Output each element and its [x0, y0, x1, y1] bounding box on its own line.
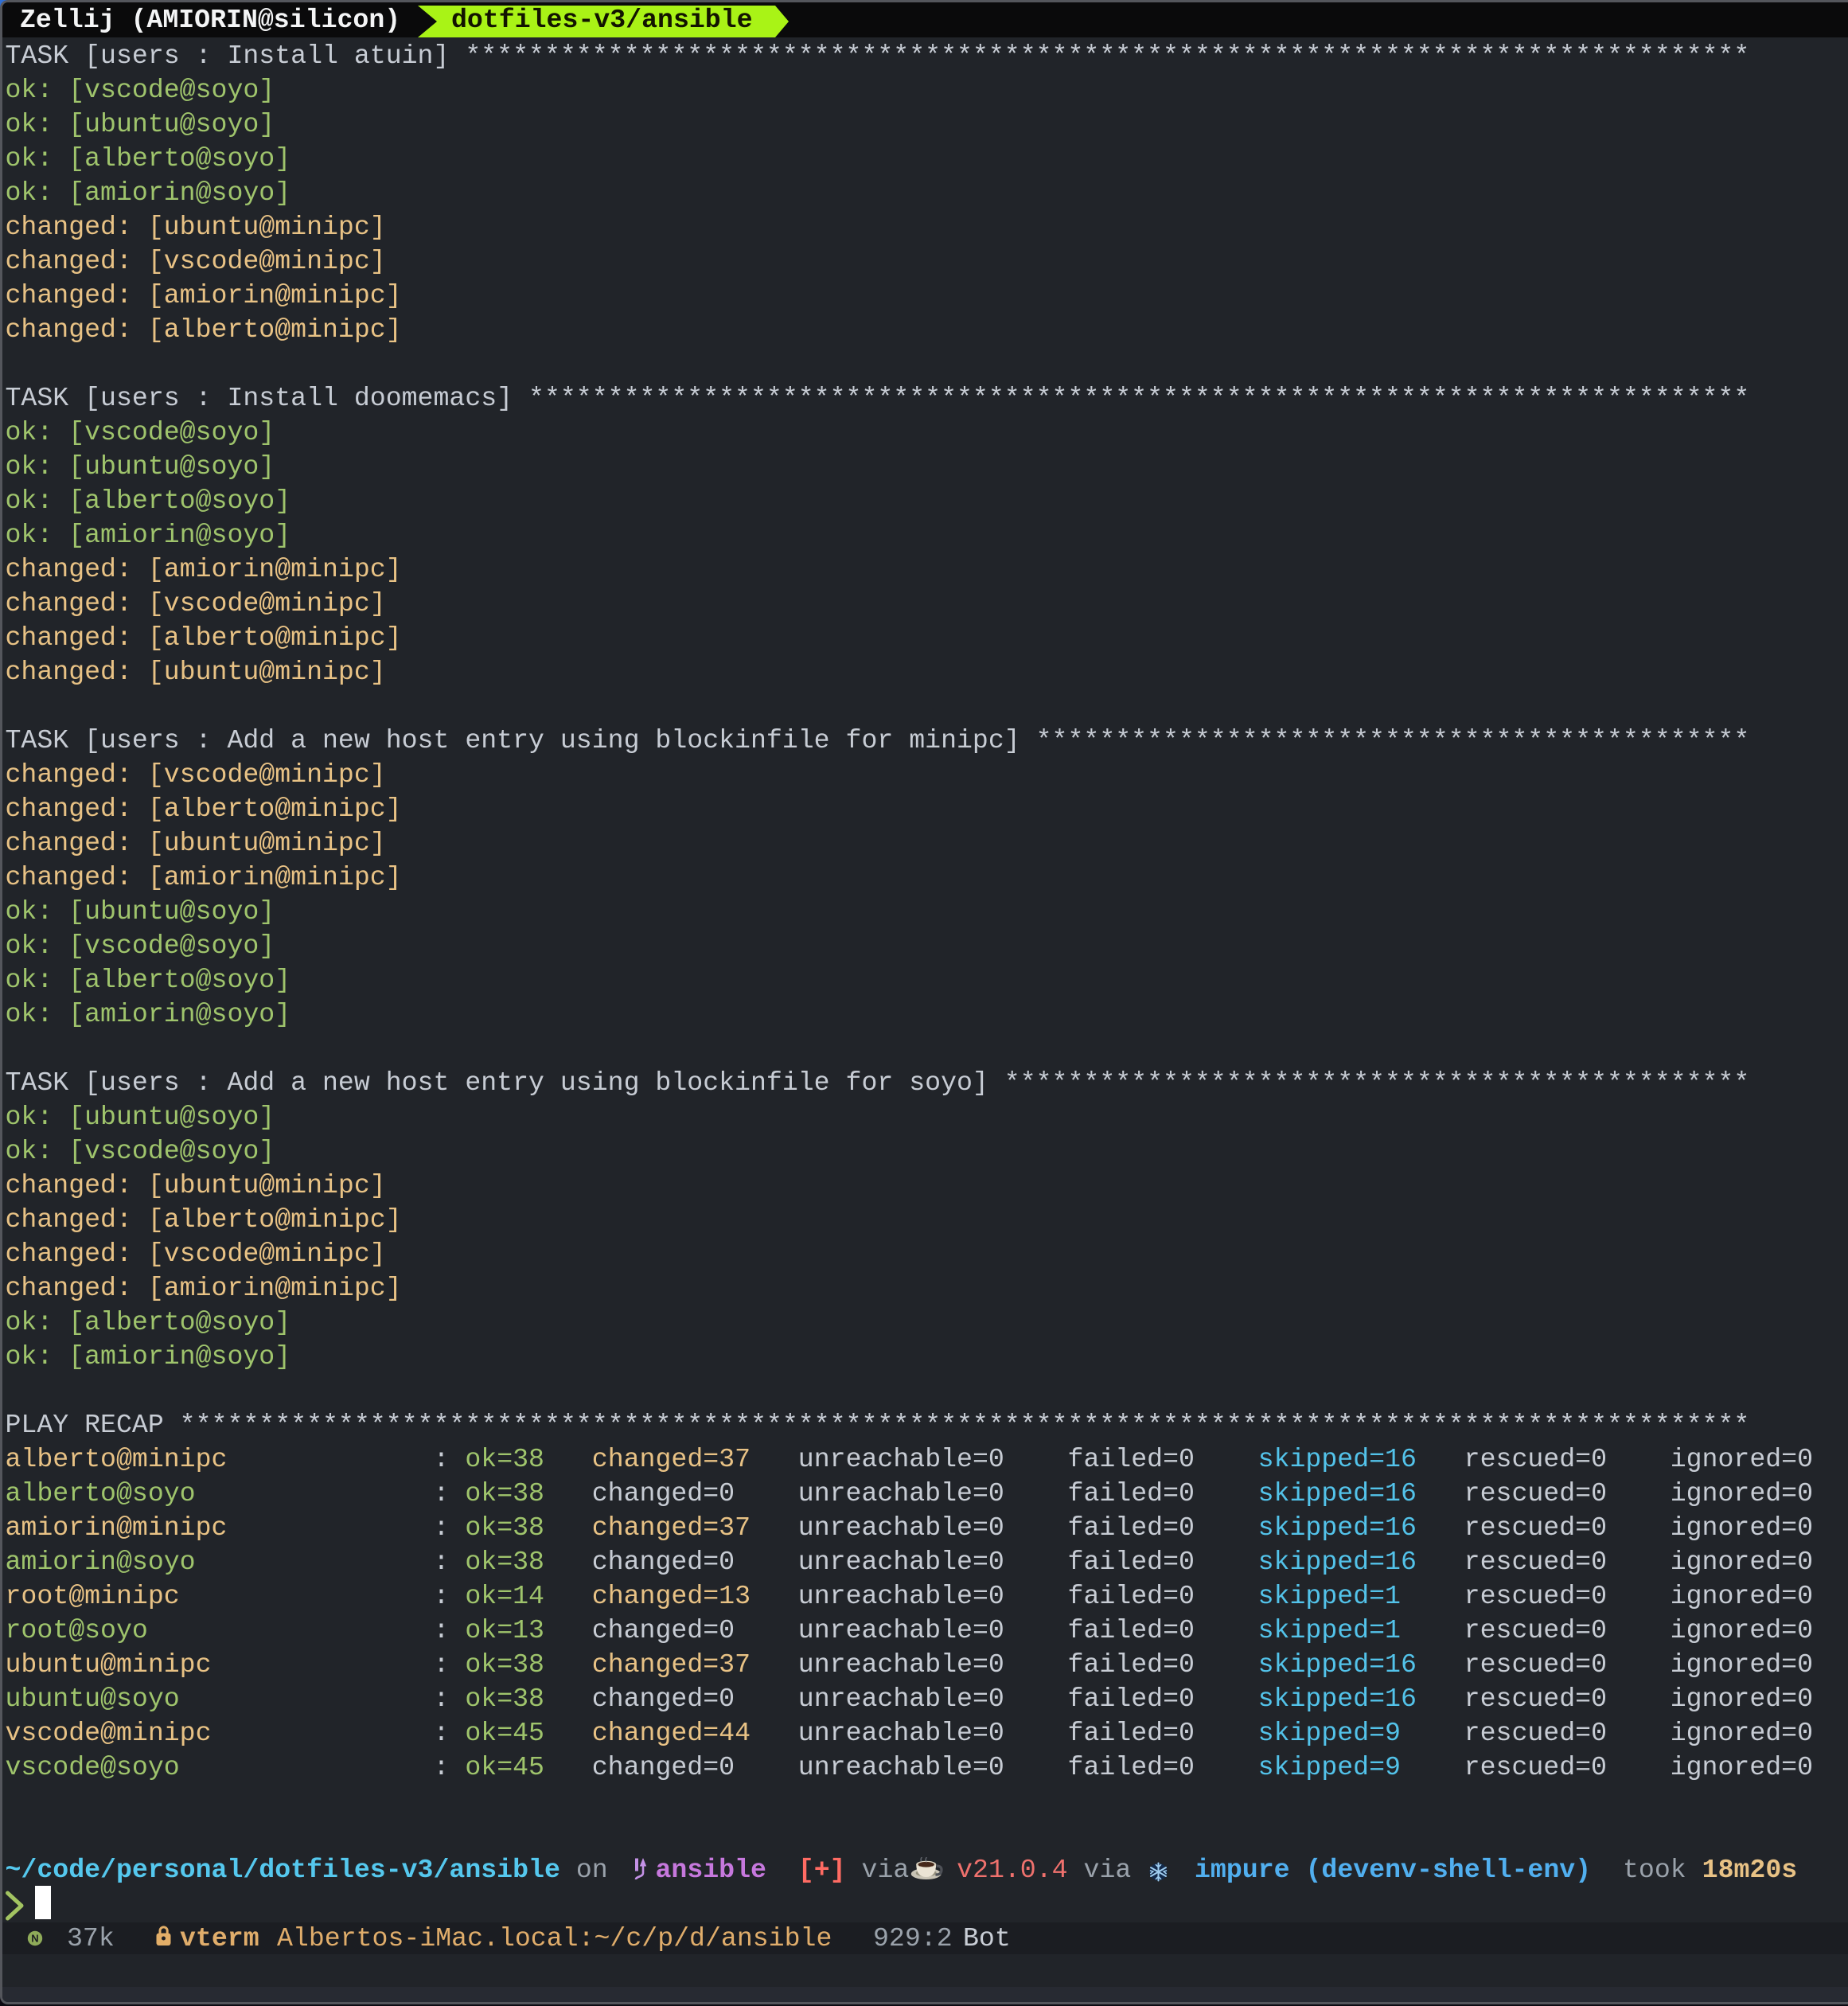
svg-text:N: N	[31, 1932, 38, 1944]
